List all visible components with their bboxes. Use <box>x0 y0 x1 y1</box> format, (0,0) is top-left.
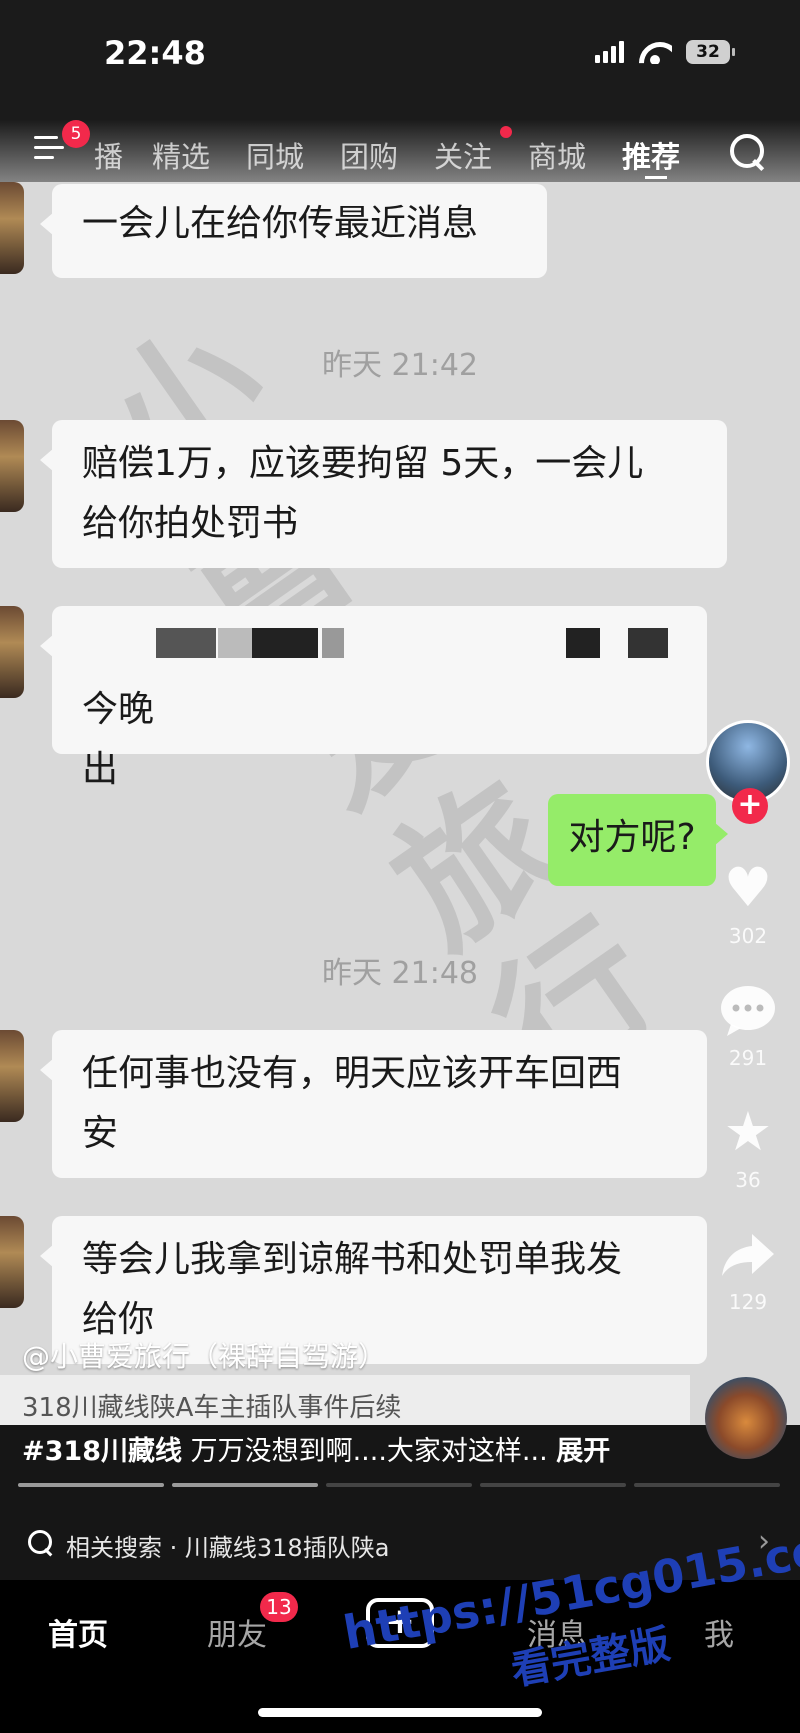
chat-timestamp: 昨天 21:48 <box>322 956 478 991</box>
comment-button[interactable]: 291 <box>706 982 790 1070</box>
friends-badge: 13 <box>260 1592 298 1622</box>
top-nav: 5 播 精选 同城 团购 关注 商城 推荐 <box>0 120 800 182</box>
wifi-icon <box>638 40 672 64</box>
redaction-block <box>156 628 216 658</box>
menu-badge: 5 <box>62 120 90 148</box>
chat-timestamp: 昨天 21:42 <box>322 348 478 383</box>
avatar <box>0 606 24 698</box>
comment-count: 291 <box>728 1046 768 1070</box>
like-count: 302 <box>728 924 768 948</box>
battery-level: 32 <box>696 42 720 62</box>
status-bar: 22:48 32 <box>0 0 800 120</box>
battery-icon: 32 <box>686 40 735 64</box>
hashtag[interactable]: #318川藏线 <box>22 1436 182 1467</box>
tab-following[interactable]: 关注 <box>434 134 492 176</box>
following-dot <box>500 126 512 138</box>
search-icon <box>28 1530 54 1556</box>
menu-icon[interactable] <box>34 136 64 160</box>
tab-live[interactable]: 播 <box>94 134 123 176</box>
tab-nearby[interactable]: 同城 <box>246 134 304 176</box>
avatar <box>0 420 24 512</box>
redaction-block <box>628 628 668 658</box>
star-icon: ★ <box>723 1100 773 1163</box>
status-time: 22:48 <box>104 34 206 72</box>
tab-me[interactable]: 我 <box>704 1610 734 1654</box>
tab-friends[interactable]: 朋友 <box>207 1610 267 1654</box>
video-description[interactable]: #318川藏线 万万没想到啊....大家对这样... 展开 <box>22 1429 610 1468</box>
series-bar[interactable]: 318川藏线陕A车主插队事件后续 <box>0 1375 690 1431</box>
status-icons: 32 <box>595 40 735 64</box>
chat-bubble: 今晚 出 <box>40 606 707 790</box>
redaction-block <box>252 628 318 658</box>
tab-recommended[interactable]: 推荐 <box>622 134 680 176</box>
description-text: 万万没想到啊....大家对这样... <box>190 1436 548 1467</box>
tab-home[interactable]: 首页 <box>48 1610 108 1654</box>
share-arrow-icon <box>718 1226 778 1282</box>
expand-link[interactable]: 展开 <box>556 1436 610 1467</box>
related-search-text: 相关搜索 · 川藏线318插队陕a <box>66 1534 390 1562</box>
progress-segments <box>18 1483 780 1487</box>
home-indicator <box>258 1708 542 1717</box>
favorite-button[interactable]: ★ 36 <box>706 1100 790 1193</box>
tab-group-buy[interactable]: 团购 <box>340 134 398 176</box>
comment-icon <box>718 982 778 1038</box>
favorite-count: 36 <box>735 1168 761 1192</box>
avatar <box>0 1216 24 1308</box>
chat-bubble-text: 今晚 出 <box>82 689 155 790</box>
author-handle[interactable]: @小曹爱旅行（裸辞自驾游） <box>22 1335 386 1375</box>
heart-icon: ♥ <box>723 856 773 919</box>
avatar <box>0 1030 24 1122</box>
avatar <box>0 182 24 274</box>
chat-bubble: 赔偿1万，应该要拘留 5天，一会儿 给你拍处罚书 <box>40 420 727 568</box>
share-count: 129 <box>728 1290 768 1314</box>
tab-featured[interactable]: 精选 <box>152 134 210 176</box>
my-chat-bubble: 对方呢? <box>548 794 728 886</box>
series-title: 318川藏线陕A车主插队事件后续 <box>22 1393 402 1423</box>
cellular-signal-icon <box>595 41 624 63</box>
tab-mall[interactable]: 商城 <box>528 134 586 176</box>
chat-bubble: 一会儿在给你传最近消息 <box>40 184 547 278</box>
redaction-block <box>566 628 600 658</box>
redaction-block <box>322 628 344 658</box>
music-disc[interactable] <box>705 1377 787 1459</box>
share-button[interactable]: 129 <box>706 1226 790 1314</box>
follow-button[interactable]: + <box>732 788 768 824</box>
like-button[interactable]: ♥ 302 <box>706 856 790 949</box>
search-icon[interactable] <box>728 132 768 172</box>
chat-bubble: 任何事也没有，明天应该开车回西 安 <box>40 1030 707 1178</box>
active-tab-indicator <box>645 176 667 179</box>
